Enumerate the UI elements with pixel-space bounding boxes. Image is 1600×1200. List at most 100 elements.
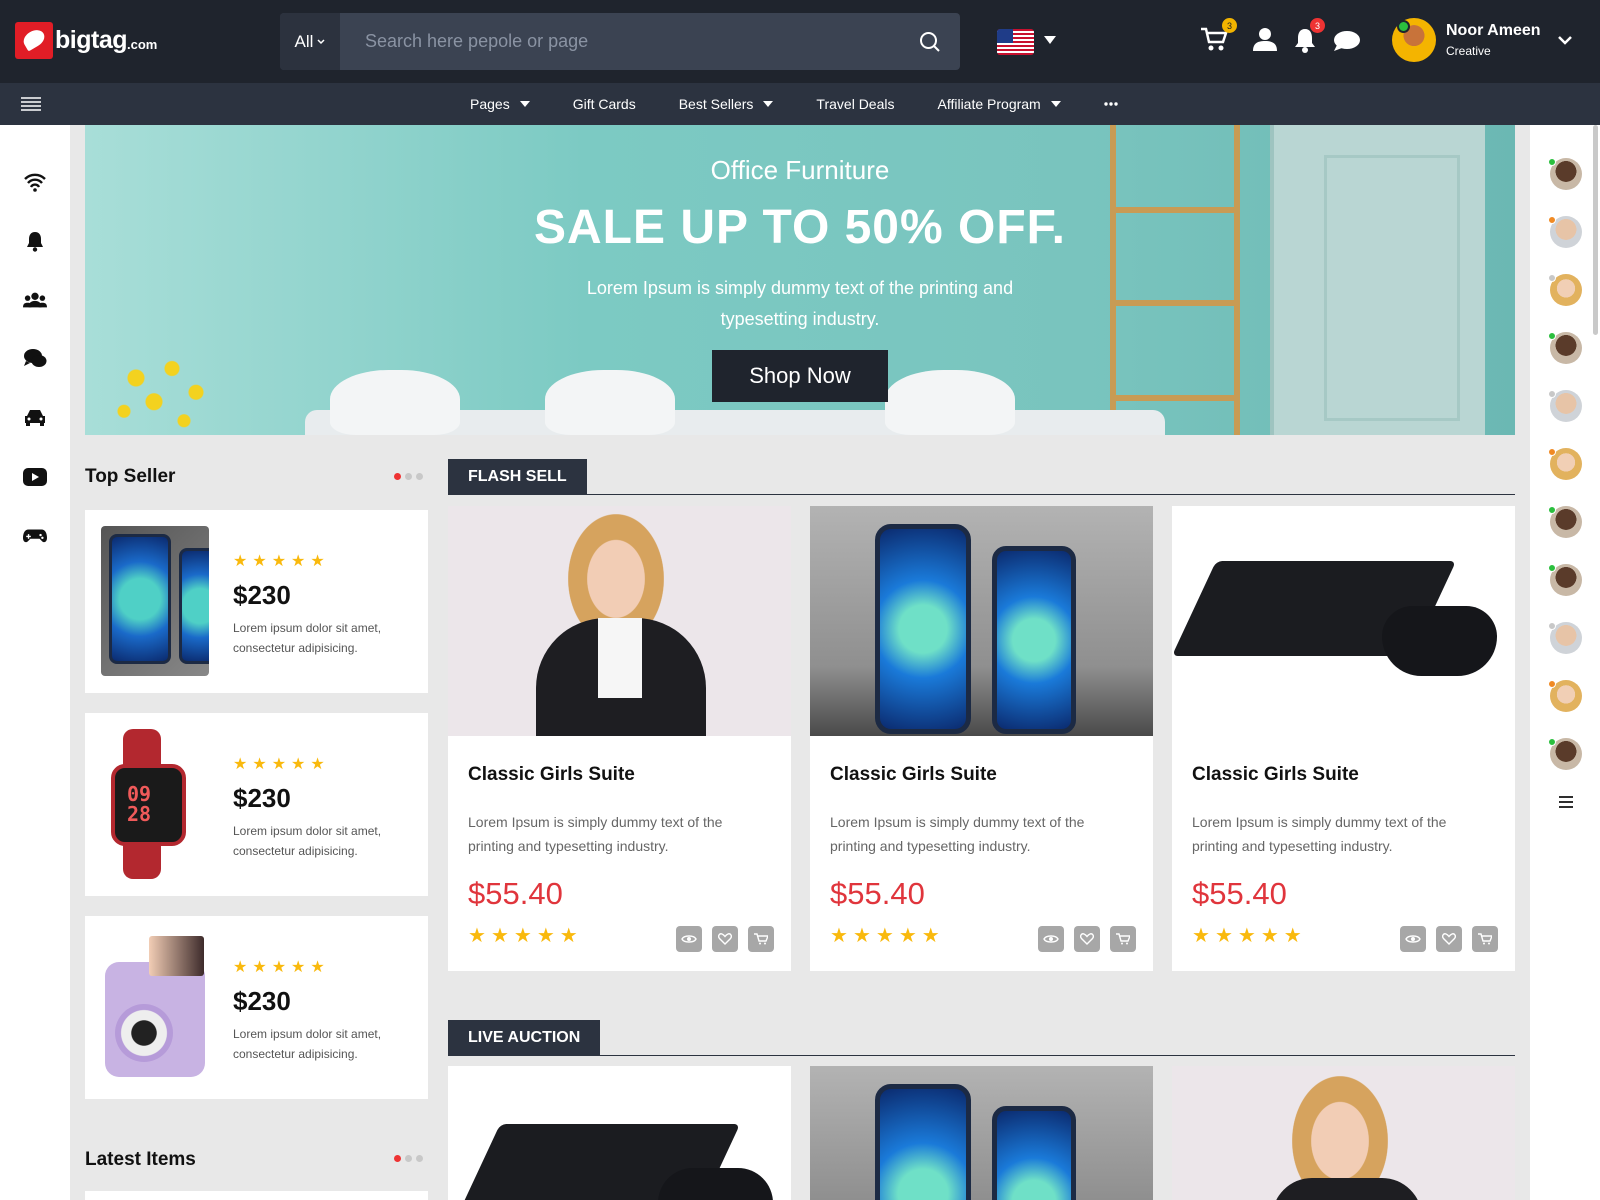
auction-card[interactable] — [810, 1066, 1153, 1200]
hero-pillow-graphic — [330, 370, 460, 435]
seller-price: $230 — [233, 783, 291, 813]
bell-icon[interactable] — [23, 229, 47, 253]
nav-item-label: Pages — [470, 96, 510, 112]
cart-icon — [1478, 933, 1492, 945]
product-name[interactable]: Classic Girls Suite — [1192, 764, 1359, 786]
nav-item-label: Affiliate Program — [937, 96, 1041, 112]
product-card[interactable]: Classic Girls Suite Lorem Ipsum is simpl… — [810, 506, 1153, 971]
quick-view-button[interactable] — [1038, 926, 1064, 952]
list-menu-icon[interactable] — [1559, 796, 1573, 808]
live-auction-tab[interactable]: LIVE AUCTION — [448, 1020, 601, 1056]
nav-item-travel-deals[interactable]: Travel Deals — [816, 96, 894, 112]
product-image — [101, 932, 209, 1082]
hero-title: SALE UP TO 50% OFF. — [533, 201, 1067, 254]
quick-view-button[interactable] — [676, 926, 702, 952]
cart-button[interactable]: 3 — [1200, 18, 1237, 58]
caret-down-icon[interactable] — [1044, 36, 1056, 44]
contact-avatar[interactable] — [1548, 158, 1582, 190]
wishlist-button[interactable] — [1436, 926, 1462, 952]
nav-more-button[interactable] — [1104, 102, 1118, 106]
contact-avatar[interactable] — [1548, 274, 1582, 306]
cart-icon — [1116, 933, 1130, 945]
product-description: Lorem Ipsum is simply dummy text of the … — [1192, 814, 1447, 854]
contact-avatar[interactable] — [1548, 680, 1582, 712]
eye-icon — [681, 935, 697, 943]
gamepad-icon[interactable] — [23, 524, 47, 548]
search-category-select[interactable]: All — [280, 13, 340, 70]
product-name[interactable]: Classic Girls Suite — [830, 764, 997, 786]
shop-now-button[interactable]: Shop Now — [712, 350, 888, 402]
product-image — [810, 1066, 1153, 1200]
chat-icon[interactable] — [23, 347, 47, 371]
contact-avatar[interactable] — [1548, 622, 1582, 654]
youtube-icon[interactable] — [23, 465, 47, 489]
caret-down-icon — [519, 101, 530, 107]
auction-card[interactable] — [1172, 1066, 1515, 1200]
contact-avatar[interactable] — [1548, 506, 1582, 538]
latest-items-title: Latest Items — [85, 1149, 196, 1170]
caret-down-icon — [1050, 101, 1061, 107]
user-profile-menu[interactable]: Noor Ameen Creative — [1392, 18, 1573, 62]
auction-card[interactable] — [448, 1066, 791, 1200]
contact-avatar[interactable] — [1548, 332, 1582, 364]
rating-stars: ★ ★ ★ ★ ★ — [468, 925, 578, 947]
nav-item-pages[interactable]: Pages — [470, 96, 530, 112]
quick-view-button[interactable] — [1400, 926, 1426, 952]
hero-text: Lorem Ipsum is simply dummy text of the … — [586, 278, 1014, 329]
contact-avatar[interactable] — [1548, 216, 1582, 248]
left-sidebar — [0, 125, 70, 1200]
car-icon[interactable] — [23, 406, 47, 430]
notifications-button[interactable]: 3 — [1294, 18, 1325, 58]
seller-description: Lorem ipsum dolor sit amet, consectetur … — [233, 621, 382, 655]
messages-button[interactable] — [1333, 30, 1361, 57]
tag-logo-icon — [15, 22, 53, 59]
contact-avatar[interactable] — [1548, 448, 1582, 480]
contact-avatar[interactable] — [1548, 564, 1582, 596]
user-avatar — [1392, 18, 1436, 62]
main-nav: Pages Gift Cards Best Sellers Travel Dea… — [0, 83, 1600, 125]
us-flag-icon[interactable] — [997, 29, 1034, 55]
nav-item-label: Gift Cards — [572, 96, 636, 112]
cart-count-badge: 3 — [1222, 18, 1237, 33]
nav-item-label: Best Sellers — [678, 96, 754, 112]
wifi-icon[interactable] — [23, 170, 47, 194]
add-to-cart-button[interactable] — [748, 926, 774, 952]
contact-avatar[interactable] — [1548, 738, 1582, 770]
search-bar: All — [280, 13, 960, 70]
product-image — [448, 506, 791, 736]
user-icon — [1253, 28, 1277, 51]
product-name[interactable]: Classic Girls Suite — [468, 764, 635, 786]
seller-card[interactable]: ★ ★ ★ ★ ★ $230 Lorem ipsum dolor sit amet, c… — [85, 916, 428, 1099]
product-card[interactable]: Classic Girls Suite Lorem Ipsum is simpl… — [448, 506, 791, 971]
heart-icon — [1080, 933, 1094, 945]
brand-logo[interactable]: bigtag .com — [15, 22, 157, 59]
add-to-cart-button[interactable] — [1110, 926, 1136, 952]
hamburger-menu-icon[interactable] — [21, 97, 41, 111]
wishlist-button[interactable] — [1074, 926, 1100, 952]
product-image — [1172, 506, 1515, 736]
seller-description: Lorem ipsum dolor sit amet, consectetur … — [233, 824, 382, 858]
seller-price: $230 — [233, 580, 291, 610]
add-to-cart-button[interactable] — [1472, 926, 1498, 952]
profile-button[interactable] — [1253, 27, 1277, 56]
flash-sell-tab[interactable]: FLASH SELL — [448, 459, 587, 495]
product-image — [1172, 1066, 1515, 1200]
contact-avatar[interactable] — [1548, 390, 1582, 422]
page-scrollbar[interactable] — [1593, 125, 1598, 335]
search-input[interactable] — [340, 13, 900, 70]
group-icon[interactable] — [23, 288, 47, 312]
nav-item-gift-cards[interactable]: Gift Cards — [573, 96, 636, 112]
product-card[interactable]: Classic Girls Suite Lorem Ipsum is simpl… — [1172, 506, 1515, 971]
top-seller-carousel-dots[interactable] — [394, 473, 423, 480]
hero-subtitle: Office Furniture — [710, 155, 890, 185]
product-price: $55.40 — [1192, 876, 1287, 911]
seller-card[interactable]: 09 28 ★ ★ ★ ★ ★ $230 Lorem ipsum dolor sit am… — [85, 713, 428, 896]
seller-card[interactable]: ★ ★ ★ ★ ★ $230 Lorem ipsum dolor sit amet, c… — [85, 510, 428, 693]
wishlist-button[interactable] — [712, 926, 738, 952]
nav-item-affiliate-program[interactable]: Affiliate Program — [937, 96, 1061, 112]
search-button[interactable] — [900, 13, 960, 70]
latest-items-carousel-dots[interactable] — [394, 1155, 423, 1162]
nav-item-best-sellers[interactable]: Best Sellers — [679, 96, 774, 112]
top-seller-title: Top Seller — [85, 466, 176, 487]
hero-banner: Office Furniture SALE UP TO 50% OFF. Lor… — [85, 125, 1515, 435]
